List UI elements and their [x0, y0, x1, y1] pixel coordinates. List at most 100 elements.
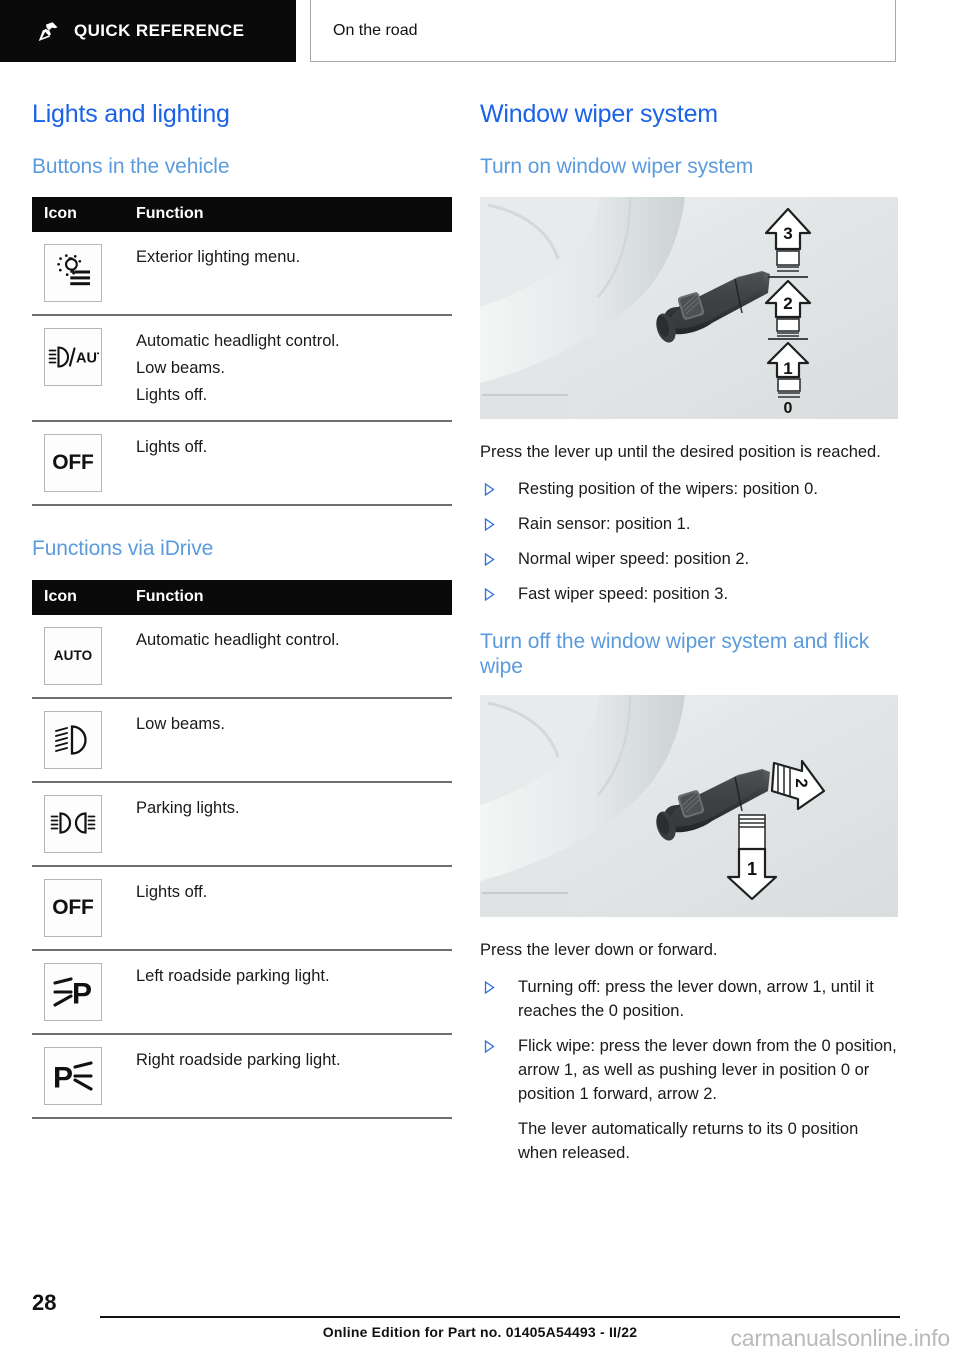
page-number: 28: [32, 1290, 57, 1315]
function-cell: Lights off.: [124, 421, 452, 505]
figure2-label-1: 1: [747, 859, 757, 879]
subsection-buttons-in-the-vehicle: Buttons in the vehicle: [32, 155, 230, 178]
icon-cell: [32, 698, 124, 782]
edition-note: Online Edition for Part no. 01405A54493 …: [322, 1324, 638, 1340]
triangle-bullet-icon: [484, 1039, 495, 1053]
low-beams-icon: [44, 710, 102, 769]
turn-off-bullet-list: Turning off: press the lever down, arrow…: [480, 976, 900, 1165]
icon-cell: OFF: [32, 421, 124, 505]
page-title-lights-and-lighting: Lights and lighting: [32, 100, 230, 128]
function-line: Automatic headlight control.: [136, 332, 340, 351]
list-item: Flick wipe: press the lever down from th…: [480, 1035, 900, 1166]
subsection-turn-on-window-wiper-system: Turn on window wiper system: [480, 155, 754, 178]
list-item: Rain sensor: position 1.: [480, 513, 900, 537]
icon-cell: P: [32, 950, 124, 1034]
column-header-function: Function: [124, 579, 452, 615]
functions-via-idrive-table: Icon Function AUTO Automatic headlight c…: [32, 579, 452, 1119]
function-cell: Left roadside parking light.: [124, 950, 452, 1034]
function-cell: Automatic headlight control. Low beams. …: [124, 315, 452, 421]
svg-text:P: P: [53, 1061, 73, 1093]
left-column: Lights and lighting Buttons in the vehic…: [32, 100, 452, 1149]
list-item-text: Rain sensor: position 1.: [518, 515, 691, 534]
turn-on-intro-text: Press the lever up until the desired pos…: [480, 443, 881, 462]
quick-reference-tab[interactable]: QUICK REFERENCE: [0, 0, 296, 62]
icon-cell: OFF: [32, 866, 124, 950]
icon-cell: AUTO: [32, 615, 124, 698]
right-column: Window wiper system Turn on window wiper…: [480, 100, 900, 1177]
page-footer: 28 Online Edition for Part no. 01405A544…: [0, 1272, 960, 1362]
top-header-bar: QUICK REFERENCE On the road: [0, 0, 960, 62]
right-roadside-parking-light-icon: P: [44, 1046, 102, 1105]
icon-cell: P: [32, 1034, 124, 1118]
table-header-row: Icon Function: [32, 197, 452, 233]
table-body: Exterior lighting menu. AU Automatic hea…: [32, 232, 452, 506]
automatic-headlight-auto-icon: AUTO: [44, 328, 102, 387]
icon-cell: [32, 782, 124, 866]
table-row: OFF Lights off.: [32, 866, 452, 950]
figure1-label-0: 0: [784, 400, 793, 417]
list-item-text: Fast wiper speed: position 3.: [518, 584, 729, 603]
function-line: Lights off.: [136, 385, 208, 404]
table-header: Icon Function: [32, 197, 452, 233]
figure1-label-3: 3: [783, 224, 792, 243]
function-line: Automatic headlight control.: [136, 630, 340, 649]
svg-text:P: P: [72, 977, 92, 1009]
quick-reference-label: QUICK REFERENCE: [74, 21, 245, 40]
function-line: Exterior lighting menu.: [136, 248, 301, 267]
svg-text:AUTO: AUTO: [76, 351, 99, 367]
subsection-turn-off-and-flick-wipe: Turn off the window wiper system and fli…: [480, 629, 870, 678]
list-item-followup-text: The lever automatically returns to its 0…: [518, 1119, 859, 1162]
exterior-lighting-menu-icon: [44, 244, 102, 303]
function-line: Right roadside parking light.: [136, 1050, 341, 1069]
figure-wiper-lever-turn-off: 1 2: [480, 695, 898, 918]
breadcrumb: On the road: [310, 0, 896, 62]
table-row: Low beams.: [32, 698, 452, 782]
off-icon: OFF: [44, 878, 102, 937]
function-cell: Parking lights.: [124, 782, 452, 866]
column-header-icon: Icon: [32, 197, 124, 233]
breadcrumb-label: On the road: [333, 21, 418, 39]
auto-icon: AUTO: [44, 626, 102, 685]
table-row: Exterior lighting menu.: [32, 232, 452, 316]
triangle-bullet-icon: [484, 552, 495, 566]
off-icon-label: OFF: [52, 895, 94, 919]
parking-lights-icon: [44, 794, 102, 853]
list-item: Normal wiper speed: position 2.: [480, 548, 900, 572]
list-item: Fast wiper speed: position 3.: [480, 583, 900, 607]
table-row: P Right roadside parking light.: [32, 1034, 452, 1118]
left-roadside-parking-light-icon: P: [44, 962, 102, 1021]
list-item: Resting position of the wipers: position…: [480, 478, 900, 502]
function-line: Parking lights.: [136, 798, 240, 817]
table-header-row: Icon Function: [32, 579, 452, 615]
wiper-lever-down-illustration: 1 2: [480, 695, 898, 918]
subsection-functions-via-idrive: Functions via iDrive: [32, 537, 214, 561]
table-row: P Left roadside parking light.: [32, 950, 452, 1034]
list-item: Turning off: press the lever down, arrow…: [480, 976, 900, 1024]
function-cell: Exterior lighting menu.: [124, 232, 452, 315]
function-line: Left roadside parking light.: [136, 966, 330, 985]
buttons-in-vehicle-table: Icon Function Exterior lighting menu. AU…: [32, 197, 452, 506]
function-line: Low beams.: [136, 714, 225, 733]
table-body: AUTO Automatic headlight control. Low be…: [32, 615, 452, 1118]
function-line: Lights off.: [136, 438, 208, 457]
list-item-text: Flick wipe: press the lever down from th…: [518, 1036, 897, 1103]
table-row: Parking lights.: [32, 782, 452, 866]
section-title-window-wiper-system: Window wiper system: [480, 100, 718, 128]
turn-off-intro-text: Press the lever down or forward.: [480, 941, 718, 960]
figure-wiper-lever-turn-on: 3 2 1 0: [480, 197, 898, 420]
icon-cell: AUTO: [32, 315, 124, 421]
triangle-bullet-icon: [484, 483, 495, 497]
footer-divider: [100, 1316, 900, 1318]
triangle-bullet-icon: [484, 518, 495, 532]
column-header-function: Function: [124, 197, 452, 233]
figure2-label-2: 2: [792, 778, 811, 787]
table-row: OFF Lights off.: [32, 421, 452, 506]
triangle-bullet-icon: [484, 587, 495, 601]
table-row: AUTO Automatic headlight control.: [32, 615, 452, 698]
function-cell: Low beams.: [124, 698, 452, 782]
function-cell: Lights off.: [124, 866, 452, 950]
pushpin-icon: [38, 22, 58, 41]
auto-icon-label: AUTO: [53, 648, 93, 664]
wiper-lever-up-illustration: 3 2 1 0: [480, 197, 898, 420]
function-line: Low beams.: [136, 358, 225, 377]
